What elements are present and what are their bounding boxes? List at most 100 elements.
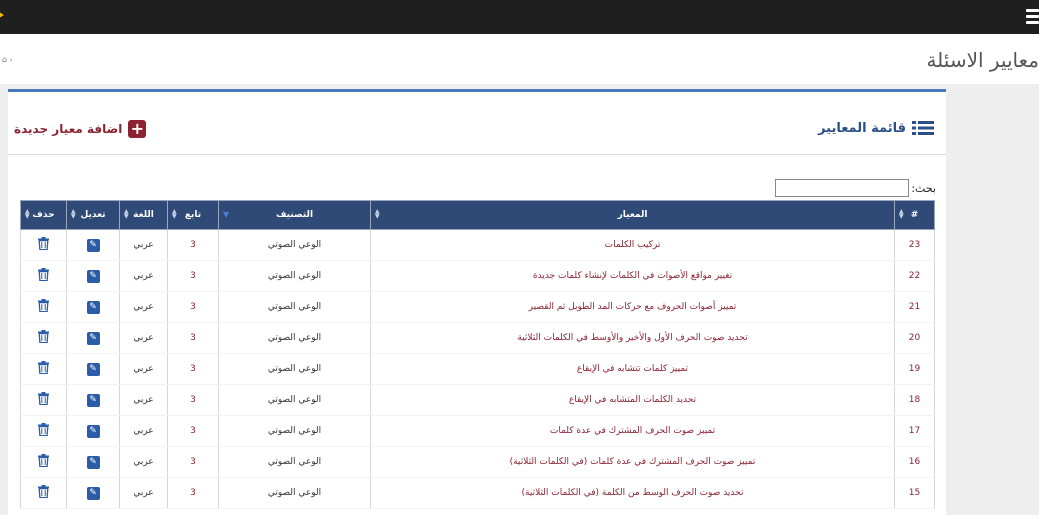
sort-icon[interactable]: ▲ ▼	[375, 209, 380, 220]
cell-delete	[20, 353, 67, 385]
header-label: تابع	[184, 210, 202, 220]
sort-icon[interactable]: ▲ ▼	[899, 209, 904, 220]
search-box: بحث:	[775, 179, 936, 197]
cell-criterion: تمييز أصوات الحروف مع حركات المد الطويل …	[370, 291, 895, 323]
list-title-text: قائمة المعايير	[818, 120, 906, 136]
cell-language: عربي	[119, 446, 168, 478]
cell-delete	[20, 415, 67, 447]
table-row: 15 تحديد صوت الحرف الوسط من الكلمة (في ال…	[20, 477, 935, 509]
sort-icon[interactable]: ▲ ▼	[71, 209, 76, 220]
cell-delete	[20, 446, 67, 478]
header-col-language[interactable]: اللغة ▲ ▼	[119, 200, 168, 230]
header-col-criterion[interactable]: المعيار ▲ ▼	[370, 200, 895, 230]
table-row: 20 تحديد صوت الحرف الأول والأخير والأوسط …	[20, 322, 935, 354]
menu-toggle-icon[interactable]	[1026, 9, 1039, 25]
add-criterion-label[interactable]: اضافة معيار جديدة	[14, 122, 122, 136]
trash-icon[interactable]	[38, 237, 49, 253]
header-label: التصنيف	[275, 210, 314, 220]
cell-edit: ✎	[66, 384, 120, 416]
add-criterion-button[interactable]: + اضافة معيار جديدة	[14, 120, 147, 138]
cell-criterion: تمييز صوت الحرف المشترك في عدة كلمات (في…	[370, 446, 895, 478]
cell-id: 19	[894, 353, 935, 385]
cell-language: عربي	[119, 291, 168, 323]
cell-id: 22	[894, 260, 935, 292]
header-col-edit[interactable]: تعديل ▲ ▼	[66, 200, 120, 230]
header-col-category[interactable]: التصنيف ▼	[218, 200, 371, 230]
search-label: بحث:	[911, 181, 936, 195]
cell-criterion: تمييز صوت الحرف المشترك في عدة كلمات	[370, 415, 895, 447]
cell-language: عربي	[119, 260, 168, 292]
list-title: قائمة المعايير	[818, 120, 934, 136]
header-col-id[interactable]: # ▲ ▼	[894, 200, 935, 230]
edit-icon[interactable]: ✎	[86, 362, 100, 376]
cell-criterion: تمييز كلمات تتشابه في الإيقاع	[370, 353, 895, 385]
edit-icon[interactable]: ✎	[86, 455, 100, 469]
cell-category: الوعي الصوتي	[218, 291, 371, 323]
trash-icon[interactable]	[38, 423, 49, 439]
sort-icon[interactable]: ▲ ▼	[172, 209, 177, 220]
cell-language: عربي	[119, 415, 168, 447]
table-row: 21 تمييز أصوات الحروف مع حركات المد الطوي…	[20, 291, 935, 323]
trash-icon[interactable]	[38, 299, 49, 315]
cell-criterion: تركيب الكلمات	[370, 229, 895, 261]
cell-edit: ✎	[66, 291, 120, 323]
cell-language: عربي	[119, 322, 168, 354]
cell-category: الوعي الصوتي	[218, 229, 371, 261]
cell-follow: 3	[167, 353, 219, 385]
cell-criterion: تحديد صوت الحرف الوسط من الكلمة (في الكل…	[370, 477, 895, 509]
table-row: 18 تحديد الكلمات المتشابه في الإيقاع الوعي…	[20, 384, 935, 416]
edit-icon[interactable]: ✎	[86, 486, 100, 500]
edit-icon[interactable]: ✎	[86, 424, 100, 438]
cell-category: الوعي الصوتي	[218, 384, 371, 416]
page-title: معايير الاسئلة	[926, 48, 1039, 72]
edit-icon[interactable]: ✎	[86, 300, 100, 314]
trash-icon[interactable]	[38, 268, 49, 284]
search-input[interactable]	[775, 179, 910, 197]
cell-language: عربي	[119, 353, 168, 385]
breadcrumb[interactable]: ⌂ ›	[2, 55, 12, 64]
sort-icon[interactable]: ▲ ▼	[25, 209, 30, 220]
cell-edit: ✎	[66, 229, 120, 261]
cell-id: 23	[894, 229, 935, 261]
cell-delete	[20, 477, 67, 509]
cell-follow: 3	[167, 384, 219, 416]
table-row: 17 تمييز صوت الحرف المشترك في عدة كلمات ال…	[20, 415, 935, 447]
cell-follow: 3	[167, 446, 219, 478]
logo-icon	[0, 12, 4, 18]
trash-icon[interactable]	[38, 330, 49, 346]
home-icon[interactable]: ⌂	[2, 55, 7, 64]
header-col-follow[interactable]: تابع ▲ ▼	[167, 200, 219, 230]
header-label: #	[910, 210, 919, 220]
header-col-delete[interactable]: حذف ▲ ▼	[20, 200, 67, 230]
cell-language: عربي	[119, 477, 168, 509]
criteria-table: # ▲ ▼ المعيار ▲ ▼ التصنيف ▼ تابع ▲ ▼ اللغة ▲ ▼ تعديل ▲ ▼…	[20, 200, 935, 509]
trash-icon[interactable]	[38, 392, 49, 408]
cell-follow: 3	[167, 415, 219, 447]
edit-icon[interactable]: ✎	[86, 238, 100, 252]
cell-id: 20	[894, 322, 935, 354]
cell-category: الوعي الصوتي	[218, 415, 371, 447]
trash-icon[interactable]	[38, 454, 49, 470]
header-label: اللغة	[133, 210, 154, 220]
edit-icon[interactable]: ✎	[86, 331, 100, 345]
cell-delete	[20, 322, 67, 354]
sort-desc-icon[interactable]: ▼	[223, 210, 229, 219]
cell-category: الوعي الصوتي	[218, 446, 371, 478]
trash-icon[interactable]	[38, 361, 49, 377]
cell-edit: ✎	[66, 415, 120, 447]
cell-edit: ✎	[66, 477, 120, 509]
cell-criterion: تحديد صوت الحرف الأول والأخير والأوسط في…	[370, 322, 895, 354]
edit-icon[interactable]: ✎	[86, 393, 100, 407]
cell-category: الوعي الصوتي	[218, 477, 371, 509]
edit-icon[interactable]: ✎	[86, 269, 100, 283]
panel-header: قائمة المعايير + اضافة معيار جديدة	[8, 92, 946, 155]
header-label: تعديل	[80, 210, 106, 220]
cell-edit: ✎	[66, 322, 120, 354]
header-label: المعيار	[617, 210, 648, 220]
header-label: حذف	[32, 210, 55, 220]
trash-icon[interactable]	[38, 485, 49, 501]
sort-icon[interactable]: ▲ ▼	[124, 209, 129, 220]
plus-icon[interactable]: +	[128, 120, 147, 138]
cell-id: 18	[894, 384, 935, 416]
table-row: 23 تركيب الكلمات الوعي الصوتي 3 عربي ✎	[20, 229, 935, 261]
